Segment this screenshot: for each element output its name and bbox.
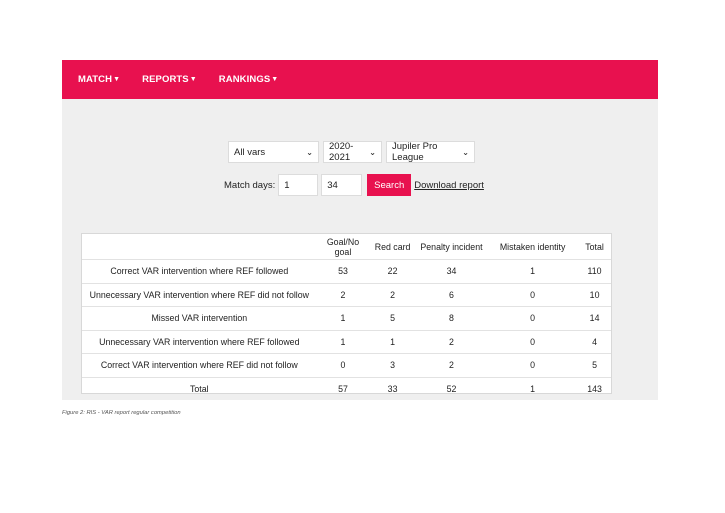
top-navbar: MATCH ▼ REPORTS ▼ RANKINGS ▼	[62, 60, 658, 99]
table-cell: 2	[369, 282, 416, 307]
nav-match-label: MATCH	[78, 74, 113, 85]
match-days-row: Match days: 1 34 Search Download report	[224, 174, 484, 196]
column-header: Red card	[374, 241, 411, 252]
table-cell: 4	[578, 329, 611, 354]
table-header-row: Goal/No goal Red card Penalty incident M…	[82, 234, 611, 260]
league-select[interactable]: Jupiler Pro League ⌄	[386, 141, 475, 163]
table-cell: 1	[369, 329, 416, 354]
table-cell: 2	[415, 353, 488, 377]
row-label: Correct VAR intervention where REF did n…	[82, 353, 317, 377]
caret-down-icon: ▼	[189, 76, 197, 83]
table-cell: 0	[487, 329, 579, 354]
caret-down-icon: ▼	[113, 76, 121, 83]
column-header: Penalty incident	[420, 241, 483, 252]
column-header: Mistaken identity	[499, 241, 566, 252]
figure-caption: Figure 2: RIS - VAR report regular compe…	[62, 410, 181, 416]
table-cell: 22	[369, 259, 416, 283]
column-header: Total	[585, 241, 604, 252]
row-label: Missed VAR intervention	[82, 306, 317, 330]
table-cell: 10	[578, 282, 611, 307]
table-cell: 0	[487, 353, 579, 377]
table-total-row: Total 57 33 52 1 143	[82, 376, 611, 400]
var-report-table: Goal/No goal Red card Penalty incident M…	[81, 233, 612, 400]
row-label: Unnecessary VAR intervention where REF f…	[82, 329, 317, 354]
table-row: Missed VAR intervention 1 5 8 0 14	[82, 306, 611, 330]
table-cell: 8	[415, 306, 488, 330]
table-cell: 2	[316, 282, 370, 307]
chevron-down-icon: ⌄	[462, 147, 469, 157]
table-row: Correct VAR intervention where REF follo…	[82, 259, 611, 283]
column-header	[82, 234, 317, 260]
table-cell: 33	[369, 376, 416, 400]
table-cell: 1	[316, 306, 370, 330]
chevron-down-icon: ⌄	[306, 147, 313, 157]
table-cell: 1	[487, 259, 579, 283]
table-cell: 3	[369, 353, 416, 377]
nav-match-menu[interactable]: MATCH ▼	[78, 74, 120, 85]
row-label: Total	[82, 376, 317, 400]
table-cell: 5	[369, 306, 416, 330]
table-cell: 6	[415, 282, 488, 307]
table-cell: 0	[316, 353, 370, 377]
table-cell: 34	[415, 259, 488, 283]
table-cell: 110	[578, 259, 611, 283]
nav-rankings-menu[interactable]: RANKINGS ▼	[219, 74, 279, 85]
app-panel: MATCH ▼ REPORTS ▼ RANKINGS ▼ All vars ⌄ 202…	[62, 60, 658, 400]
row-label: Unnecessary VAR intervention where REF d…	[82, 282, 317, 307]
table-cell: 0	[487, 282, 579, 307]
vars-select[interactable]: All vars ⌄	[228, 141, 319, 163]
season-select-value: 2020-2021	[329, 141, 354, 163]
filters-row: All vars ⌄ 2020-2021 ⌄ Jupiler Pro Leagu…	[228, 141, 479, 163]
nav-reports-label: REPORTS	[142, 74, 189, 85]
vars-select-value: All vars	[234, 146, 266, 158]
table-cell: 53	[316, 259, 370, 283]
table-cell: 1	[487, 376, 579, 400]
nav-rankings-label: RANKINGS	[218, 74, 271, 85]
row-label: Correct VAR intervention where REF follo…	[82, 259, 317, 283]
table-cell: 14	[578, 306, 611, 330]
table-row: Unnecessary VAR intervention where REF d…	[82, 282, 611, 307]
table-cell: 143	[578, 376, 611, 400]
match-day-to-input[interactable]: 34	[321, 174, 363, 196]
search-button[interactable]: Search	[367, 174, 412, 196]
nav-reports-menu[interactable]: REPORTS ▼	[142, 74, 197, 85]
match-days-label: Match days:	[224, 179, 276, 191]
download-report-link[interactable]: Download report	[414, 180, 484, 191]
table-cell: 1	[316, 329, 370, 354]
match-day-from-input[interactable]: 1	[278, 174, 319, 196]
table-row: Unnecessary VAR intervention where REF f…	[82, 329, 611, 354]
table-cell: 2	[415, 329, 488, 354]
caret-down-icon: ▼	[271, 76, 279, 83]
chevron-down-icon: ⌄	[369, 147, 376, 157]
league-select-value: Jupiler Pro League	[392, 141, 438, 163]
season-select[interactable]: 2020-2021 ⌄	[323, 141, 382, 163]
table-cell: 5	[578, 353, 611, 377]
table-row: Correct VAR intervention where REF did n…	[82, 353, 611, 377]
report-table: Goal/No goal Red card Penalty incident M…	[82, 234, 611, 400]
table-cell: 52	[415, 376, 488, 400]
table-cell: 0	[487, 306, 579, 330]
column-header: Goal/No goal	[326, 236, 360, 257]
table-cell: 57	[316, 376, 370, 400]
